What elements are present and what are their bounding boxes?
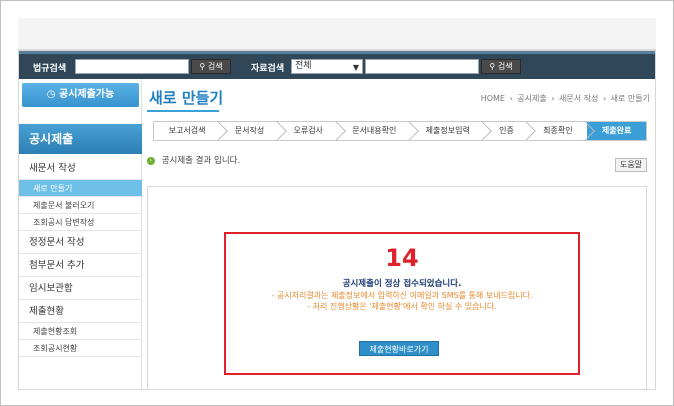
result-caption-text: 공시제출 결과 입니다. <box>161 156 241 166</box>
result-caption: › 공시제출 결과 입니다. <box>147 154 240 166</box>
page-content: 법규검색 ⚲ 검색 자료검색 전체 ▼ ⚲ 검색 ◷ 공시제출가능 공시제출 새… <box>18 50 656 390</box>
sidebar-item-inquiry-status[interactable]: 조회공시현황 <box>19 340 142 357</box>
doc-search-input[interactable] <box>365 59 479 74</box>
progress-steps: 보고서검색 문서작성 오류검사 문서내용확인 제출정보입력 인증 최종확인 제출… <box>153 121 647 141</box>
step-write-document: 문서작성 <box>220 122 279 140</box>
breadcrumb-current: 새로 만들기 <box>610 94 650 103</box>
bullet-arrow-icon: › <box>147 156 155 165</box>
help-button[interactable]: 도움말 <box>615 158 647 172</box>
top-bar <box>18 18 656 50</box>
title-underline <box>147 110 219 112</box>
step-submission-complete: 제출완료 <box>587 122 646 140</box>
search-icon: ⚲ <box>489 62 496 71</box>
step-final-confirm: 최종확인 <box>528 122 587 140</box>
submission-result-box: 14 공시제출이 정상 접수되었습니다. - 공시처리결과는 제출정보에서 입력… <box>224 232 580 375</box>
chevron-right-icon: › <box>509 94 513 103</box>
doc-category-select[interactable]: 전체 ▼ <box>291 59 363 74</box>
main-panel: 새로 만들기 HOME › 공시제출 › 새문서 작성 › 새로 만들기 보고서… <box>143 79 655 389</box>
search-icon: ⚲ <box>199 62 206 71</box>
step-report-search: 보고서검색 <box>154 122 220 140</box>
search-bar: 법규검색 ⚲ 검색 자료검색 전체 ▼ ⚲ 검색 <box>19 51 655 79</box>
law-search-button-label: 검색 <box>207 62 223 71</box>
go-to-status-button[interactable]: 제출현황바로가기 <box>359 341 439 356</box>
clock-icon: ◷ <box>46 89 56 100</box>
law-search-input[interactable] <box>75 59 189 74</box>
page-title: 새로 만들기 <box>149 89 224 107</box>
chevron-right-icon: › <box>551 94 555 103</box>
sidebar: ◷ 공시제출가능 공시제출 새문서 작성 새로 만들기 제출문서 불러오기 조회… <box>19 79 142 389</box>
doc-search-button-label: 검색 <box>497 62 513 71</box>
sidebar-title: 공시제출 <box>19 124 142 154</box>
sidebar-item-create-new[interactable]: 새로 만들기 <box>19 180 142 197</box>
step-submission-info: 제출정보입력 <box>411 122 484 140</box>
result-panel: 14 공시제출이 정상 접수되었습니다. - 공시처리결과는 제출정보에서 입력… <box>147 186 647 389</box>
submit-available-label: 공시제출가능 <box>59 89 115 100</box>
sidebar-item-load-submitted[interactable]: 제출문서 불러오기 <box>19 197 142 214</box>
notice-line-email: - 공시처리결과는 제출정보에서 입력하신 이메일과 SMS를 통해 보내드립니… <box>271 291 533 300</box>
law-search-button[interactable]: ⚲ 검색 <box>191 59 231 74</box>
sidebar-item-new-document[interactable]: 새문서 작성 <box>19 157 142 180</box>
chevron-right-icon: › <box>602 94 607 103</box>
breadcrumb-home[interactable]: HOME <box>481 94 505 103</box>
doc-search-label: 자료검색 <box>251 64 285 74</box>
doc-category-value: 전체 <box>295 61 312 71</box>
step-content-confirm: 문서내용확인 <box>338 122 411 140</box>
submission-count: 14 <box>385 244 419 272</box>
breadcrumb-item[interactable]: 공시제출 <box>517 94 546 103</box>
doc-search-button[interactable]: ⚲ 검색 <box>481 59 521 74</box>
sidebar-item-temp-storage[interactable]: 임시보관함 <box>19 277 142 300</box>
law-search-label: 법규검색 <box>33 64 67 74</box>
sidebar-item-correction[interactable]: 정정문서 작성 <box>19 231 142 254</box>
breadcrumb: HOME › 공시제출 › 새문서 작성 › 새로 만들기 <box>480 93 651 104</box>
sidebar-item-inquiry-answer[interactable]: 조회공시 답변작성 <box>19 214 142 231</box>
success-message: 공시제출이 정상 접수되었습니다. <box>342 279 462 289</box>
chevron-down-icon: ▼ <box>352 63 359 72</box>
submit-available-button[interactable]: ◷ 공시제출가능 <box>22 83 139 107</box>
notice-line-status: - 처리 진행상황은 '제출현황'에서 확인 하실 수 있습니다. <box>307 302 497 311</box>
sidebar-item-submission-status[interactable]: 제출현황 <box>19 300 142 323</box>
step-error-check: 오류검사 <box>279 122 338 140</box>
breadcrumb-item[interactable]: 새문서 작성 <box>559 94 598 103</box>
sidebar-item-status-lookup[interactable]: 제출현황조회 <box>19 323 142 340</box>
sidebar-item-attachment[interactable]: 첨부문서 추가 <box>19 254 142 277</box>
